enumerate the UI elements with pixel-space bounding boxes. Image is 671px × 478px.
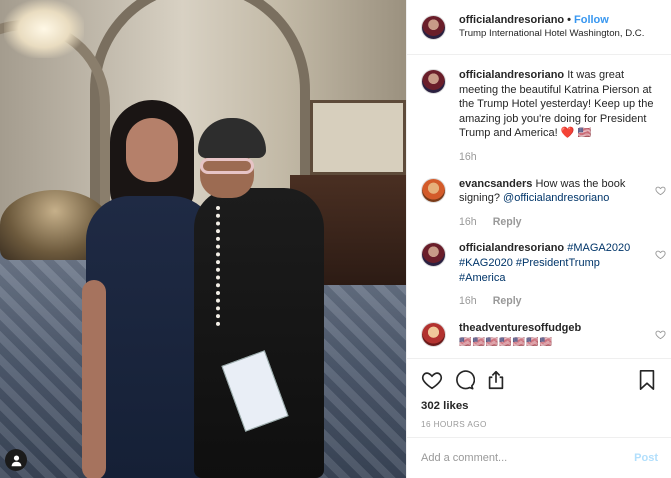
likes-count[interactable]: 302 likes: [421, 400, 658, 412]
comment-username[interactable]: theadventuresoffudgeb: [459, 322, 581, 334]
post-actions: 302 likes 16 HOURS AGO: [407, 358, 671, 448]
comment-text: 🇺🇸🇺🇸🇺🇸🇺🇸🇺🇸🇺🇸🇺🇸: [459, 337, 554, 349]
comment-meta: 16h Reply: [459, 215, 659, 230]
user-tag-icon[interactable]: [5, 449, 27, 471]
header-meta: officialandresoriano • Follow Trump Inte…: [459, 13, 644, 41]
hashtag[interactable]: #MAGA2020: [567, 242, 630, 254]
user-tag-icon-svg: [11, 454, 21, 466]
hashtag[interactable]: #KAG2020: [459, 257, 513, 269]
comment-icon[interactable]: [453, 369, 475, 391]
avatar[interactable]: [421, 69, 446, 94]
hashtag[interactable]: #America: [459, 272, 505, 284]
like-comment-heart-icon[interactable]: [655, 185, 666, 196]
comment-body: evancsanders How was the book signing? @…: [459, 177, 659, 230]
avatar[interactable]: [421, 177, 446, 203]
comment-mention[interactable]: @officialandresoriano: [503, 192, 609, 204]
post-side-panel: officialandresoriano • Follow Trump Inte…: [406, 0, 671, 478]
arm: [82, 280, 106, 478]
heart-icon[interactable]: [421, 369, 443, 391]
comment-time[interactable]: 16h: [459, 215, 477, 230]
bookmark-icon[interactable]: [636, 369, 658, 391]
header-username[interactable]: officialandresoriano: [459, 13, 564, 27]
like-comment-heart-icon[interactable]: [655, 249, 666, 260]
follow-button[interactable]: Follow: [574, 13, 609, 27]
photo-person-right: [194, 118, 329, 478]
comment-item: evancsanders How was the book signing? @…: [421, 177, 671, 230]
reply-button[interactable]: Reply: [493, 215, 522, 230]
comment-meta: 16h: [459, 150, 659, 165]
comment-item: officialandresoriano #MAGA2020 #KAG2020 …: [421, 241, 671, 308]
comments-list[interactable]: officialandresoriano It was great meetin…: [407, 56, 671, 356]
avatar[interactable]: [421, 14, 446, 40]
comment-body: officialandresoriano #MAGA2020 #KAG2020 …: [459, 241, 659, 308]
comment-time[interactable]: 16h: [459, 294, 477, 309]
face: [126, 118, 178, 182]
post-header: officialandresoriano • Follow Trump Inte…: [407, 0, 671, 55]
post-timestamp[interactable]: 16 HOURS AGO: [421, 420, 658, 429]
action-icons: [421, 369, 658, 391]
comment-username[interactable]: officialandresoriano: [459, 69, 564, 81]
photo-chandelier: [4, 0, 84, 58]
separator-dot: •: [567, 14, 571, 26]
comment-body: theadventuresoffudgeb 🇺🇸🇺🇸🇺🇸🇺🇸🇺🇸🇺🇸🇺🇸: [459, 321, 659, 351]
hashtag[interactable]: #PresidentTrump: [516, 257, 600, 269]
comment-time[interactable]: 16h: [459, 150, 477, 165]
post-photo[interactable]: [0, 0, 406, 478]
post-comment-button[interactable]: Post: [634, 452, 658, 464]
share-icon[interactable]: [485, 369, 507, 391]
comment-body: officialandresoriano It was great meetin…: [459, 68, 659, 165]
like-comment-heart-icon[interactable]: [655, 329, 666, 340]
reply-button[interactable]: Reply: [493, 294, 522, 309]
caption-comment: officialandresoriano It was great meetin…: [421, 68, 671, 165]
avatar[interactable]: [421, 242, 446, 268]
add-comment-bar: Post: [407, 437, 671, 478]
add-comment-input[interactable]: [421, 452, 635, 464]
comment-username[interactable]: officialandresoriano: [459, 242, 564, 254]
location-link[interactable]: Trump International Hotel Washington, D.…: [459, 27, 644, 41]
comment-username[interactable]: evancsanders: [459, 178, 532, 190]
hat: [198, 118, 266, 158]
header-top: officialandresoriano • Follow: [459, 13, 644, 27]
glasses: [200, 158, 254, 174]
pearls: [216, 206, 226, 326]
comment-item: theadventuresoffudgeb 🇺🇸🇺🇸🇺🇸🇺🇸🇺🇸🇺🇸🇺🇸: [421, 321, 671, 351]
avatar[interactable]: [421, 321, 446, 347]
coat: [194, 188, 324, 478]
comment-meta: 16h Reply: [459, 294, 659, 309]
